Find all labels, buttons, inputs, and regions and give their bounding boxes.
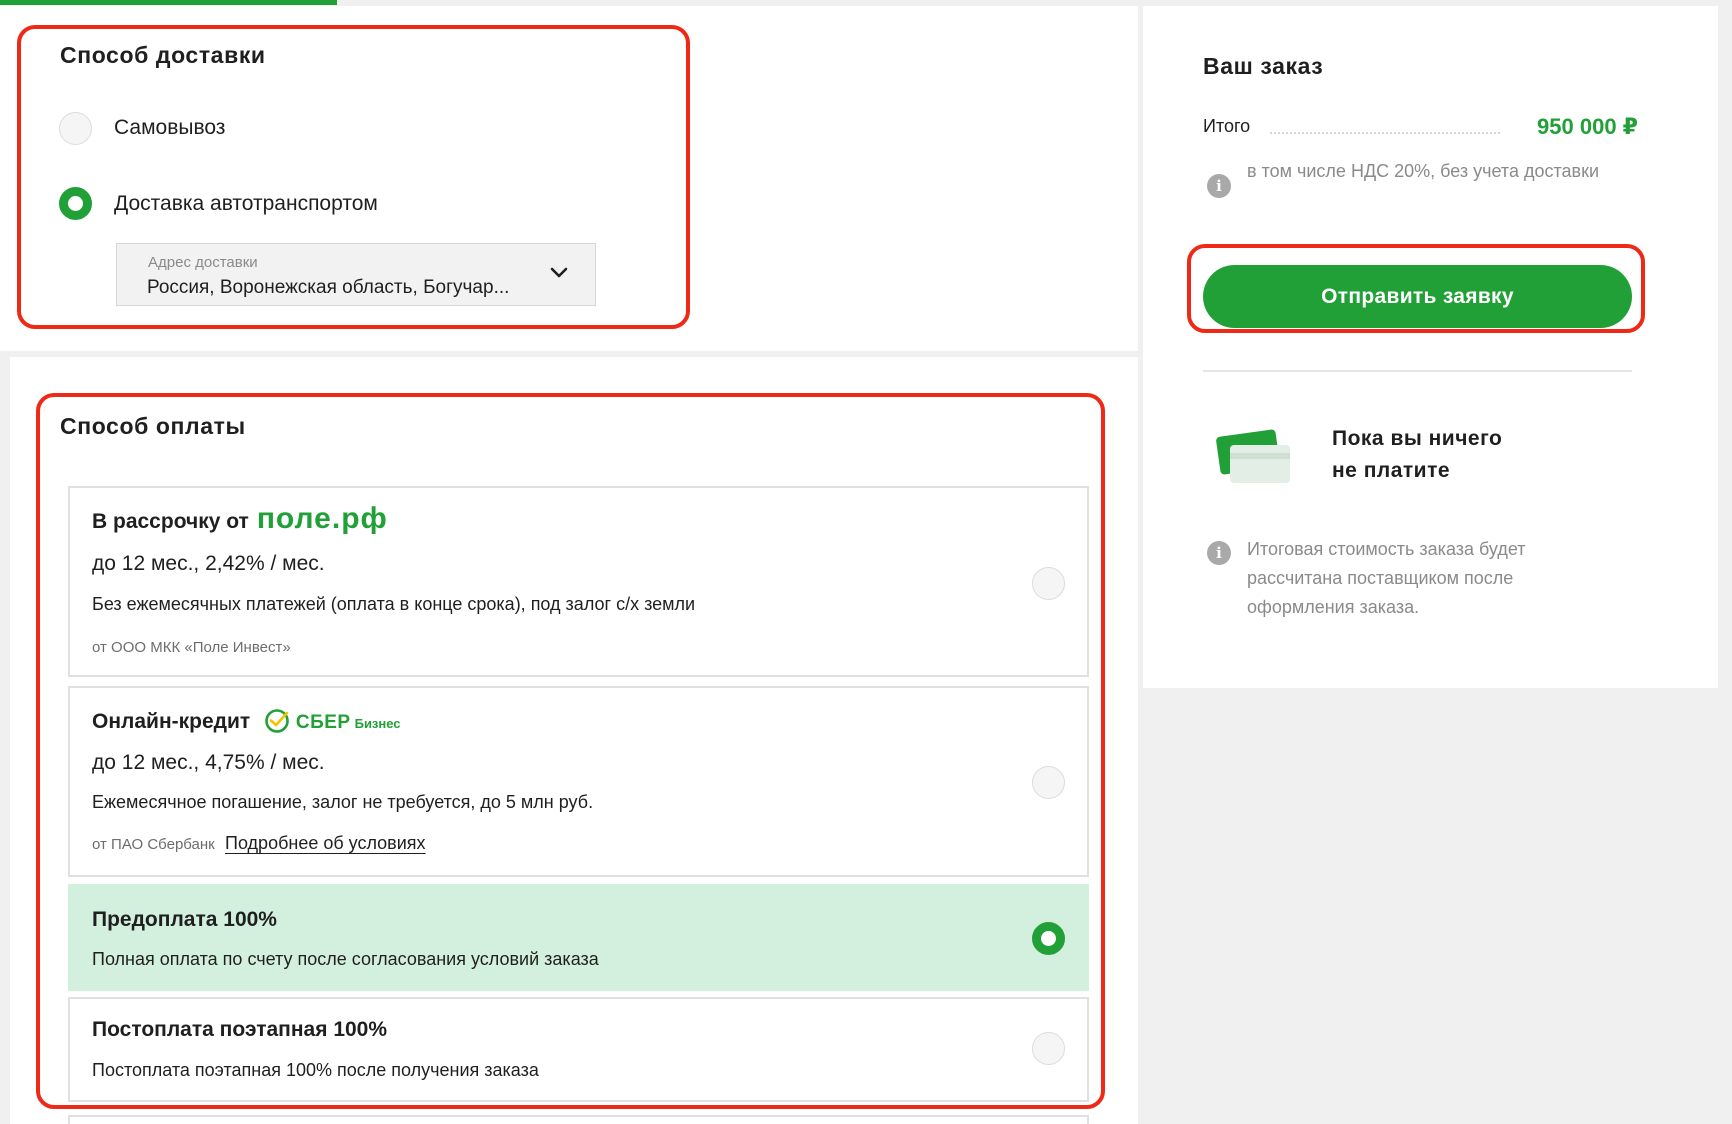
vat-note: в том числе НДС 20%, без учета доставки <box>1247 161 1600 181</box>
payment-option-title: Онлайн-кредит СБЕР Бизнес <box>92 708 401 734</box>
total-value: 950 000 ₽ <box>1537 114 1638 139</box>
order-summary: Ваш заказ Итого 950 000 ₽ i в том числе … <box>1143 6 1718 688</box>
sber-brand: СБЕР <box>295 712 351 733</box>
payment-section: Способ оплаты В рассрочку от поле.рф до 1… <box>10 357 1138 1124</box>
sber-brand-sub: Бизнес <box>354 716 401 731</box>
delivery-title: Способ доставки <box>60 42 266 68</box>
conditions-link[interactable]: Подробнее об условиях <box>225 833 426 854</box>
payment-option-description: Полная оплата по счету после согласовани… <box>92 949 599 969</box>
final-cost-note: Итоговая стоимость заказа будет рассчита… <box>1247 539 1526 617</box>
address-select[interactable]: Адрес доставки Россия, Воронежская облас… <box>116 243 596 306</box>
credit-cards-icon <box>1216 429 1290 483</box>
dotted-leader <box>1270 132 1500 134</box>
payment-option-title: Постоплата поэтапная 100% <box>92 1018 388 1041</box>
payment-option-postpayment[interactable]: Постоплата поэтапная 100% Постоплата поэ… <box>68 997 1089 1102</box>
radio-online-credit[interactable] <box>1032 766 1065 799</box>
info-icon: i <box>1207 174 1231 198</box>
notice-text: Пока вы ничего не платите <box>1332 427 1503 482</box>
pole-rf-logo: поле.рф <box>256 502 388 535</box>
payment-option-next-partial <box>68 1115 1089 1124</box>
payment-option-title: Предоплата 100% <box>92 908 277 931</box>
payment-option-rate: до 12 мес., 2,42% / мес. <box>92 552 325 575</box>
payment-option-prepayment[interactable]: Предоплата 100% Полная оплата по счету п… <box>68 884 1089 991</box>
chevron-down-icon <box>550 267 568 278</box>
payment-option-rate: до 12 мес., 4,75% / мес. <box>92 751 325 774</box>
payment-option-installment[interactable]: В рассрочку от поле.рф до 12 мес., 2,42% … <box>68 486 1089 677</box>
info-icon: i <box>1207 541 1231 565</box>
divider <box>1203 370 1632 372</box>
progress-bar <box>0 0 337 5</box>
delivery-section: Способ доставки Самовывоз Доставка автот… <box>0 6 1138 351</box>
order-title: Ваш заказ <box>1203 53 1324 79</box>
sber-logo-icon <box>265 709 289 733</box>
payment-option-description: Без ежемесячных платежей (оплата в конце… <box>92 594 696 614</box>
option-label-truck-delivery[interactable]: Доставка автотранспортом <box>114 192 378 216</box>
payment-option-online-credit[interactable]: Онлайн-кредит СБЕР Бизнес до 12 мес., 4,7… <box>68 686 1089 877</box>
address-value: Россия, Воронежская область, Богучар... <box>147 277 510 298</box>
payment-option-title: В рассрочку от поле.рф <box>92 502 388 536</box>
radio-postpayment[interactable] <box>1032 1032 1065 1065</box>
payment-title: Способ оплаты <box>60 413 246 439</box>
radio-truck-delivery[interactable] <box>59 187 92 220</box>
installment-title-text: В рассрочку от <box>92 510 249 533</box>
option-label-pickup[interactable]: Самовывоз <box>114 116 225 140</box>
radio-installment[interactable] <box>1032 567 1065 600</box>
payment-option-issuer: от ООО МКК «Поле Инвест» <box>92 639 291 656</box>
payment-option-issuer: от ПАО Сбербанк <box>92 836 215 853</box>
address-label: Адрес доставки <box>148 254 258 271</box>
total-label: Итого <box>1203 116 1251 136</box>
submit-request-button[interactable]: Отправить заявку <box>1203 265 1632 328</box>
payment-option-description: Ежемесячное погашение, залог не требуетс… <box>92 792 594 812</box>
online-credit-title-text: Онлайн-кредит <box>92 710 251 733</box>
radio-pickup[interactable] <box>59 112 92 145</box>
payment-option-description: Постоплата поэтапная 100% после получени… <box>92 1060 539 1080</box>
radio-prepayment[interactable] <box>1032 922 1065 955</box>
